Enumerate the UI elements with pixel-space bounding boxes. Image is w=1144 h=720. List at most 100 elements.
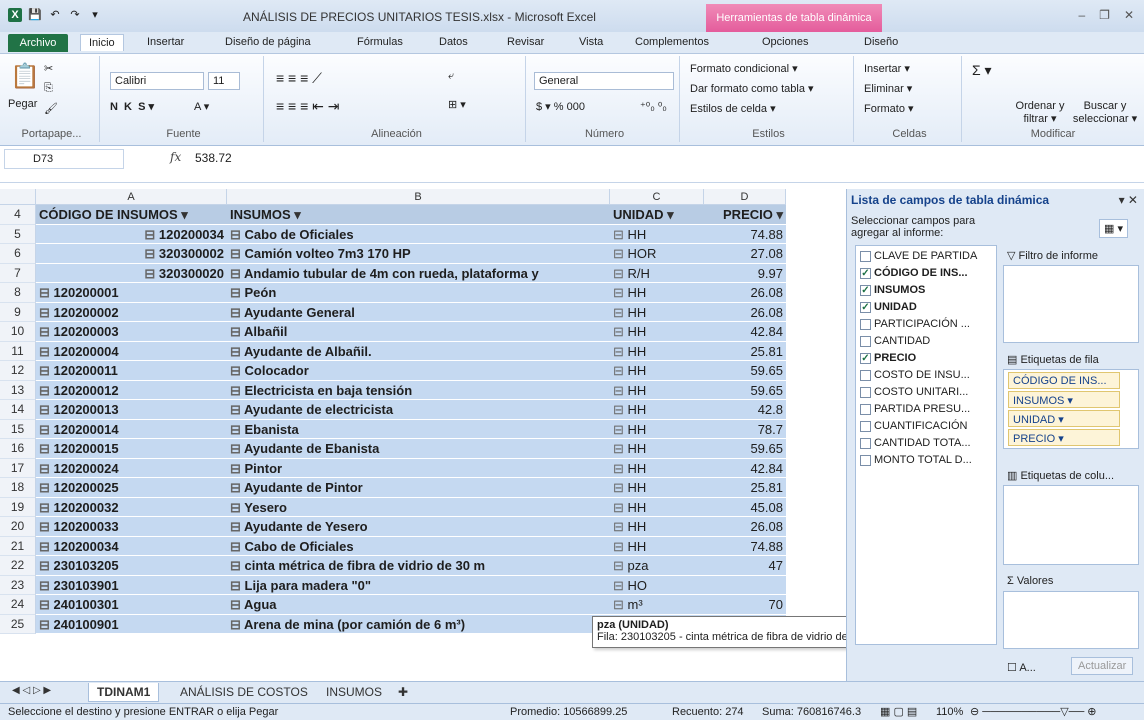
cell-b[interactable]: ⊟ Agua xyxy=(227,595,610,615)
collapse-icon[interactable]: ⊟ xyxy=(613,383,628,398)
cell-a[interactable]: ⊟ 230103901 xyxy=(36,575,227,595)
cell-c[interactable]: ⊟ HH xyxy=(610,341,704,361)
font-name-combo[interactable]: Calibri xyxy=(110,72,204,90)
cell-d[interactable]: 78.7 xyxy=(704,419,786,439)
redo-icon[interactable]: ↷ xyxy=(68,8,82,22)
cell-c[interactable]: ⊟ HH xyxy=(610,458,704,478)
cell-b[interactable]: ⊟ Albañil xyxy=(227,322,610,342)
restore-icon[interactable]: ❐ xyxy=(1099,8,1110,22)
cell-b[interactable]: ⊟ cinta métrica de fibra de vidrio de 30… xyxy=(227,556,610,576)
sheet-tab-insumos[interactable]: INSUMOS xyxy=(318,683,390,702)
column-header-d[interactable]: D xyxy=(704,189,786,205)
row-number[interactable]: 10 xyxy=(0,322,36,342)
header-cell-c[interactable]: UNIDAD ▾ xyxy=(610,205,704,225)
cell-c[interactable]: ⊟ HH xyxy=(610,361,704,381)
row-number[interactable]: 25 xyxy=(0,614,36,634)
collapse-icon[interactable]: ⊟ xyxy=(230,617,244,632)
collapse-icon[interactable]: ⊟ xyxy=(230,363,245,378)
cell-c[interactable]: ⊟ HH xyxy=(610,322,704,342)
field-checkbox[interactable] xyxy=(860,369,871,381)
cell-c[interactable]: ⊟ HH xyxy=(610,400,704,420)
cell-a[interactable]: ⊟ 120200013 xyxy=(36,400,227,420)
collapse-icon[interactable]: ⊟ xyxy=(230,246,245,261)
name-box[interactable]: D73 xyxy=(4,149,124,169)
cell-b[interactable]: ⊟ Electricista en baja tensión xyxy=(227,380,610,400)
undo-icon[interactable]: ↶ xyxy=(48,8,62,22)
collapse-icon[interactable]: ⊟ xyxy=(39,344,54,359)
field-checkbox[interactable] xyxy=(860,437,871,449)
cell-b[interactable]: ⊟ Ayudante de Albañil. xyxy=(227,341,610,361)
excel-logo-icon[interactable]: X xyxy=(8,8,22,22)
collapse-icon[interactable]: ⊟ xyxy=(230,500,244,515)
collapse-icon[interactable]: ⊟ xyxy=(613,324,628,339)
cell-a[interactable]: ⊟ 120200024 xyxy=(36,458,227,478)
collapse-icon[interactable]: ⊟ xyxy=(230,266,244,281)
cell-d[interactable]: 26.08 xyxy=(704,283,786,303)
currency-button[interactable]: $ ▾ % 000 xyxy=(536,100,585,113)
collapse-icon[interactable]: ⊟ xyxy=(144,246,159,261)
cell-d[interactable]: 26.08 xyxy=(704,517,786,537)
copy-icon[interactable]: ⎘ xyxy=(44,82,53,95)
cell-a[interactable]: ⊟ 120200014 xyxy=(36,419,227,439)
row-number[interactable]: 22 xyxy=(0,556,36,576)
customize-qat-icon[interactable]: ▾ xyxy=(88,8,102,22)
cell-a[interactable]: ⊟ 240100301 xyxy=(36,595,227,615)
pivot-field-item[interactable]: ✓ INSUMOS xyxy=(860,284,925,296)
cell-c[interactable]: ⊟ HO xyxy=(610,575,704,595)
collapse-icon[interactable]: ⊟ xyxy=(230,558,245,573)
filter-dropdown-icon[interactable]: ▾ xyxy=(773,207,783,222)
cell-c[interactable]: ⊟ R/H xyxy=(610,263,704,283)
filter-area[interactable] xyxy=(1003,265,1139,343)
cell-b[interactable]: ⊟ Ayudante de Ebanista xyxy=(227,439,610,459)
paste-button[interactable]: Pegar xyxy=(8,98,37,110)
insert-cells-button[interactable]: Insertar ▾ xyxy=(864,62,910,75)
field-checkbox[interactable] xyxy=(860,335,871,347)
cell-d[interactable]: 59.65 xyxy=(704,439,786,459)
collapse-icon[interactable]: ⊟ xyxy=(230,383,245,398)
row-number[interactable]: 6 xyxy=(0,244,36,264)
cell-b[interactable]: ⊟ Ayudante General xyxy=(227,302,610,322)
cell-d[interactable]: 42.84 xyxy=(704,322,786,342)
collapse-icon[interactable]: ⊟ xyxy=(39,617,54,632)
cell-b[interactable]: ⊟ Yesero xyxy=(227,497,610,517)
cell-a[interactable]: ⊟ 120200034 xyxy=(36,536,227,556)
collapse-icon[interactable]: ⊟ xyxy=(230,402,244,417)
field-checkbox[interactable]: ✓ xyxy=(860,301,871,313)
tab-datos[interactable]: Datos xyxy=(439,36,468,48)
header-cell-d[interactable]: PRECIO ▾ xyxy=(704,205,786,225)
cut-icon[interactable]: ✂ xyxy=(44,62,53,75)
spreadsheet-grid[interactable]: A B C D 4 CÓDIGO DE INSUMOS ▾ INSUMOS ▾ UNI… xyxy=(0,189,790,679)
columns-area[interactable] xyxy=(1003,485,1139,565)
cell-a[interactable]: ⊟ 320300020 xyxy=(36,263,227,283)
pivot-field-item[interactable]: CLAVE DE PARTIDA xyxy=(860,250,977,262)
tab-formulas[interactable]: Fórmulas xyxy=(357,36,403,48)
align-left-icon[interactable]: ≡ ≡ ≡ ⇤ ⇥ xyxy=(276,98,340,115)
cell-d[interactable]: 70 xyxy=(704,595,786,615)
collapse-icon[interactable]: ⊟ xyxy=(39,461,54,476)
pivot-field-item[interactable]: PARTIDA PRESU... xyxy=(860,403,970,415)
pivot-field-item[interactable]: CANTIDAD TOTA... xyxy=(860,437,971,449)
cell-b[interactable]: ⊟ Colocador xyxy=(227,361,610,381)
filter-dropdown-icon[interactable]: ▾ xyxy=(664,207,674,222)
conditional-format-button[interactable]: Formato condicional ▾ xyxy=(690,62,798,75)
collapse-icon[interactable]: ⊟ xyxy=(39,422,54,437)
cell-c[interactable]: ⊟ m³ xyxy=(610,595,704,615)
collapse-icon[interactable]: ⊟ xyxy=(613,441,628,456)
rows-area[interactable]: CÓDIGO DE INS... ▾ INSUMOS ▾ UNIDAD ▾ PR… xyxy=(1003,369,1139,449)
pivot-field-item[interactable]: MONTO TOTAL D... xyxy=(860,454,972,466)
field-checkbox[interactable] xyxy=(860,403,871,415)
tab-opciones[interactable]: Opciones xyxy=(762,36,808,48)
row-number[interactable]: 7 xyxy=(0,263,36,283)
collapse-icon[interactable]: ⊟ xyxy=(39,402,54,417)
collapse-icon[interactable]: ⊟ xyxy=(613,519,628,534)
collapse-icon[interactable]: ⊟ xyxy=(613,461,628,476)
row-number[interactable]: 12 xyxy=(0,361,36,381)
cell-d[interactable]: 25.81 xyxy=(704,341,786,361)
row-chip-codigo[interactable]: CÓDIGO DE INS... ▾ xyxy=(1008,372,1120,400)
cell-b[interactable]: ⊟ Lija para madera "0" xyxy=(227,575,610,595)
field-checkbox[interactable] xyxy=(860,454,871,466)
wrap-text-icon[interactable]: ⤶ xyxy=(448,70,454,83)
collapse-icon[interactable]: ⊟ xyxy=(613,539,628,554)
pivot-field-item[interactable]: CANTIDAD xyxy=(860,335,930,347)
header-cell-b[interactable]: INSUMOS ▾ xyxy=(227,205,610,225)
